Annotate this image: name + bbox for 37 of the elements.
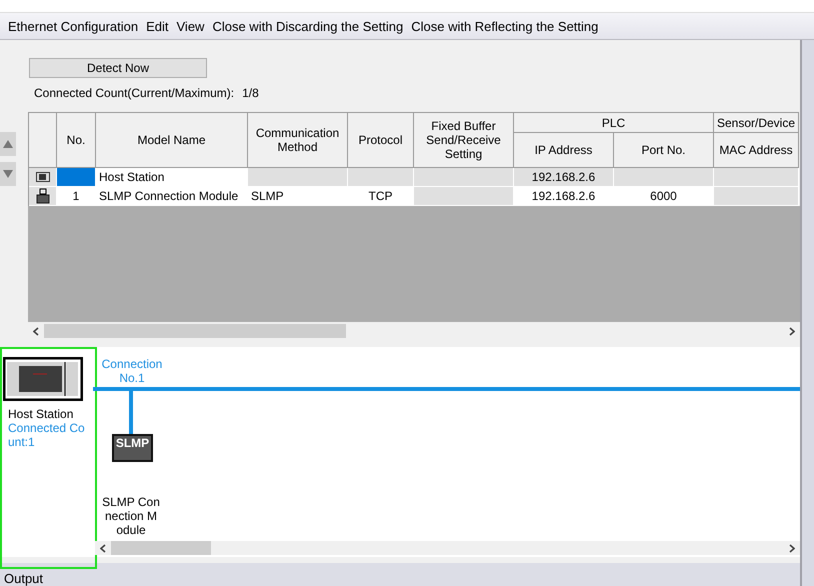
column-header: Model Name (96, 113, 248, 168)
controller-icon (36, 172, 50, 182)
menu-item[interactable]: Close with Discarding the Setting (212, 18, 412, 34)
detect-now-button[interactable]: Detect Now (29, 58, 207, 78)
move-up-button[interactable] (0, 132, 16, 156)
group-header: Sensor/Device (714, 113, 799, 133)
table-cell: 192.168.2.6 (514, 168, 614, 187)
menu-item[interactable]: Edit (146, 18, 176, 34)
scroll-left-icon[interactable] (33, 326, 39, 336)
column-header: Protocol (348, 113, 414, 168)
connected-count-value: 1/8 (242, 86, 259, 102)
scroll-right-icon[interactable] (789, 326, 795, 336)
column-header: Communication Method (248, 113, 348, 168)
group-header: PLC (514, 113, 714, 133)
horizontal-scrollbar[interactable] (95, 541, 800, 556)
host-station-label: Host Station (8, 407, 74, 422)
scroll-right-icon[interactable] (789, 544, 795, 553)
module-label: SLMP Connection Module (102, 495, 160, 538)
column-header: MAC Address (714, 133, 799, 168)
module-icon (36, 188, 50, 204)
menu-item[interactable]: Ethernet Configuration (8, 18, 146, 34)
slmp-module-icon[interactable]: SLMP (112, 434, 153, 462)
output-tab[interactable]: Output (0, 571, 44, 586)
connected-count-label: Connected Count(Current/Maximum): (34, 86, 234, 102)
connected-count-label: Connected Count:1 (8, 421, 86, 450)
column-header: No. (57, 113, 96, 168)
scroll-left-icon[interactable] (100, 544, 106, 553)
triangle-up-icon (2, 139, 14, 149)
column-header: Fixed Buffer Send/Receive Setting (414, 113, 514, 168)
connection-label: Connection No.1 (100, 357, 164, 386)
menu-item[interactable]: View (176, 18, 212, 34)
move-down-button[interactable] (0, 162, 16, 186)
table-cell (348, 168, 414, 187)
menu-item[interactable]: Close with Reflecting the Setting (411, 18, 606, 34)
column-header: IP Address (514, 133, 614, 168)
column-header: Port No. (614, 133, 714, 168)
triangle-down-icon (2, 169, 14, 179)
